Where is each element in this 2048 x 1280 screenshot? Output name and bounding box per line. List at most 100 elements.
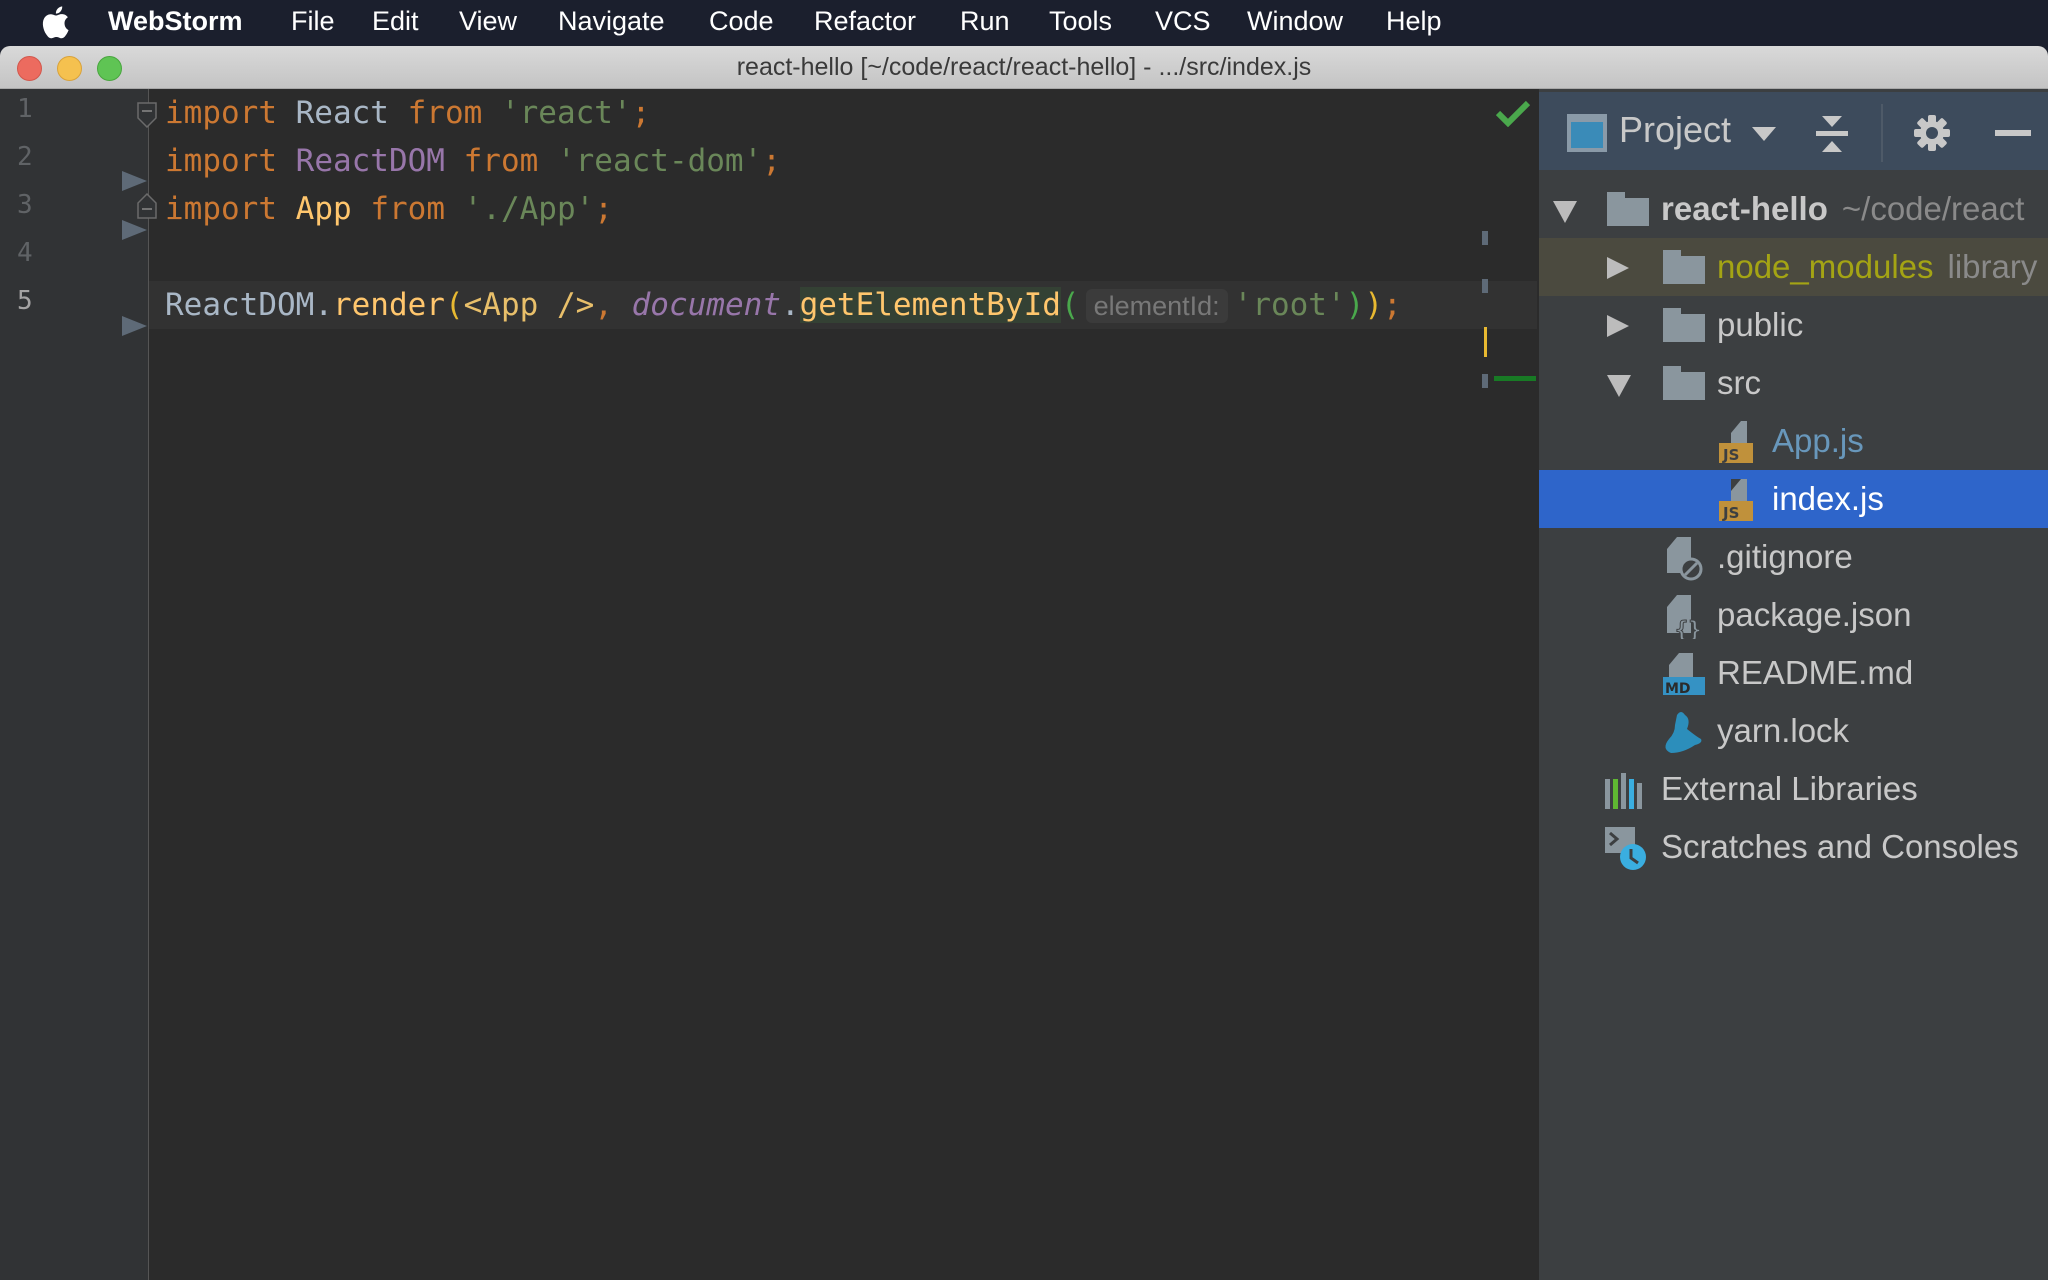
code-token: ; [762,143,781,179]
scrollbar-change-marker[interactable] [1494,376,1536,381]
header-divider [1881,104,1883,162]
tree-item-text: package.json [1717,586,1911,644]
folder-icon [1663,366,1705,400]
menu-help[interactable]: Help [1386,6,1442,37]
code-token: React [276,95,408,131]
tree-item-label: Scratches and Consoles [1661,828,2019,865]
inspection-ok-check-icon[interactable] [1496,99,1530,127]
tree-item-label: .gitignore [1717,538,1853,575]
tree-item-text: node_modules library root [1717,238,2048,296]
tree-item-label: App.js [1772,422,1864,459]
gutter-marker-icon[interactable] [122,171,147,191]
tree-item-label: External Libraries [1661,770,1918,807]
line-number: 2 [17,142,33,172]
expand-arrow-down-icon[interactable] [1553,201,1577,223]
project-view-selector[interactable]: Project [1619,109,1731,151]
parameter-hint: elementId: [1085,289,1228,323]
folder-icon [1607,192,1649,226]
menu-refactor[interactable]: Refactor [814,6,916,37]
fold-collapse-icon[interactable] [137,102,157,128]
folder-icon [1663,308,1705,342]
tree-item-location: library root [1947,248,2048,285]
menu-file[interactable]: File [291,6,335,37]
tree-item-public[interactable]: public [1539,296,2048,354]
expand-arrow-down-icon[interactable] [1607,375,1631,397]
tree-item-text: External Libraries [1661,760,1918,818]
collapse-all-icon[interactable] [1814,114,1850,154]
line-number: 3 [17,190,33,220]
menu-window[interactable]: Window [1247,6,1343,37]
caret-guide-marker [1482,374,1488,388]
tree-item-text: index.js [1772,470,1884,528]
tree-item-index-js[interactable]: JS index.js [1539,470,2048,528]
gutter-marker-icon[interactable] [122,220,147,240]
tree-item-text: README.md [1717,644,1913,702]
chevron-down-icon[interactable] [1751,126,1777,142]
tree-item-scratches-and-consoles[interactable]: Scratches and Consoles [1539,818,2048,876]
line-number: 4 [17,238,33,268]
code-line[interactable]: import ReactDOM from 'react-dom'; [165,137,1537,185]
menu-run[interactable]: Run [960,6,1010,37]
tree-item-package-json[interactable]: {} package.json [1539,586,2048,644]
menu-view[interactable]: View [459,6,517,37]
tree-item-text: react-hello ~/code/react [1661,180,2024,238]
tree-item-gitignore[interactable]: .gitignore [1539,528,2048,586]
expand-arrow-right-icon[interactable] [1607,315,1629,337]
gear-icon[interactable] [1912,113,1952,153]
code-token: render [332,287,445,323]
menu-code[interactable]: Code [709,6,774,37]
tree-item-readme-md[interactable]: MD README.md [1539,644,2048,702]
menu-edit[interactable]: Edit [372,6,419,37]
apple-icon[interactable] [40,4,70,40]
close-window-button[interactable] [17,56,42,81]
code-token: from [407,95,483,131]
tree-item-app-js[interactable]: JS App.js [1539,412,2048,470]
minimize-window-button[interactable] [57,56,82,81]
code-line-current[interactable]: ReactDOM.render(<App />, document.getEle… [149,281,1537,329]
tree-item-yarn-lock[interactable]: yarn.lock [1539,702,2048,760]
project-panel-header: Project [1539,92,2048,170]
menu-vcs[interactable]: VCS [1155,6,1211,37]
js-file-icon: JS [1717,419,1763,465]
js-file-icon: JS [1717,477,1763,523]
tree-item-src[interactable]: src [1539,354,2048,412]
tree-item-location: ~/code/react [1841,190,2025,227]
tree-item-label: public [1717,306,1804,343]
code-token: 'react' [482,95,632,131]
fold-end-icon[interactable] [137,193,157,219]
code-line[interactable]: import React from 'react'; [165,89,1537,137]
menu-navigate[interactable]: Navigate [558,6,665,37]
tree-item-external-libraries[interactable]: External Libraries [1539,760,2048,818]
window-title: react-hello [~/code/react/react-hello] -… [736,53,1312,81]
tree-item-text: src [1717,354,1761,412]
menu-app-name[interactable]: WebStorm [108,6,243,37]
gutter-marker-icon[interactable] [122,316,147,336]
code-line[interactable]: import App from './App'; [165,185,1537,233]
code-line[interactable] [165,233,1537,281]
hide-panel-icon[interactable] [1995,130,2031,136]
tree-item-react-hello[interactable]: react-hello ~/code/react [1539,180,2048,238]
maximize-window-button[interactable] [97,56,122,81]
title-bar[interactable]: react-hello [~/code/react/react-hello] -… [0,46,2048,89]
project-tool-window: Project react-hello ~/code/react node_mo… [1537,89,2048,1280]
svg-text:JS: JS [1722,504,1739,522]
tree-item-text: .gitignore [1717,528,1853,586]
code-token: App [295,191,352,227]
code-editor[interactable]: 1 2 3 4 5 import React from 'react'; imp… [0,89,1537,1280]
json-file-icon: {} [1661,593,1707,644]
code-token: ; [594,191,613,227]
code-token: 'react-dom' [538,143,763,179]
expand-arrow-right-icon[interactable] [1607,257,1629,279]
project-view-icon [1567,114,1607,152]
svg-text:{}: {} [1675,618,1702,639]
svg-text:MD: MD [1665,681,1691,697]
menu-tools[interactable]: Tools [1049,6,1112,37]
code-token: ( [1060,287,1080,323]
line-number: 5 [17,286,33,316]
caret-guide-marker [1482,231,1488,245]
tree-item-node-modules[interactable]: node_modules library root [1539,238,2048,296]
code-token: ReactDOM [295,143,445,179]
tree-item-label: yarn.lock [1717,712,1850,749]
